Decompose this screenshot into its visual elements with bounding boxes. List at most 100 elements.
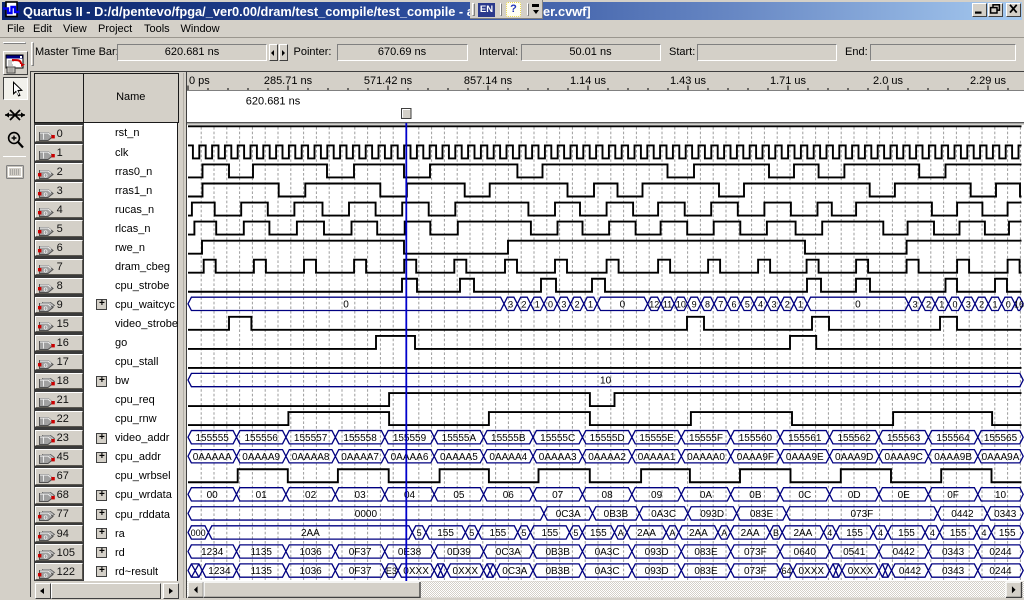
- svg-text:155565: 155565: [984, 433, 1018, 444]
- svg-text:0B: 0B: [749, 490, 762, 501]
- svg-text:0AAA9F: 0AAA9F: [737, 452, 774, 463]
- svg-text:0XXX: 0XXX: [453, 566, 479, 577]
- svg-text:05: 05: [453, 490, 465, 501]
- svg-text:A: A: [618, 528, 624, 538]
- svg-text:155560: 155560: [739, 433, 773, 444]
- svg-text:073F: 073F: [744, 547, 767, 558]
- svg-text:00: 00: [207, 490, 219, 501]
- svg-text:10: 10: [995, 490, 1007, 501]
- svg-text:073F: 073F: [851, 509, 874, 520]
- svg-text:0: 0: [855, 299, 861, 310]
- svg-text:o: o: [43, 513, 47, 522]
- svg-text:083E: 083E: [694, 547, 718, 558]
- svg-text:02: 02: [305, 490, 317, 501]
- svg-text:3: 3: [771, 299, 776, 309]
- svg-text:1: 1: [798, 299, 803, 309]
- svg-text:7: 7: [718, 299, 723, 309]
- svg-text:0244: 0244: [989, 566, 1012, 577]
- svg-text:I: I: [42, 380, 44, 389]
- svg-text:15555F: 15555F: [689, 433, 723, 444]
- svg-text:8: 8: [705, 299, 710, 309]
- svg-text:B: B: [773, 528, 779, 538]
- svg-text:3: 3: [913, 299, 918, 309]
- svg-text:3: 3: [561, 299, 566, 309]
- svg-text:093D: 093D: [645, 547, 669, 558]
- svg-text:155556: 155556: [245, 433, 279, 444]
- svg-text:0AAAA6: 0AAAA6: [391, 452, 429, 463]
- svg-text:3: 3: [966, 299, 971, 309]
- svg-text:08: 08: [602, 490, 614, 501]
- svg-text:0343: 0343: [942, 566, 965, 577]
- svg-text:o: o: [43, 246, 47, 255]
- svg-text:0AAAA0: 0AAAA0: [687, 452, 725, 463]
- svg-text:5: 5: [745, 299, 750, 309]
- svg-text:6: 6: [731, 299, 736, 309]
- svg-text:2AA: 2AA: [741, 528, 760, 539]
- svg-text:0AAAA8: 0AAAA8: [292, 452, 330, 463]
- svg-text:0A: 0A: [700, 490, 713, 501]
- svg-text:1135: 1135: [250, 566, 272, 577]
- svg-text:0XXX: 0XXX: [848, 566, 874, 577]
- svg-text:155557: 155557: [294, 433, 328, 444]
- svg-text:1.14 us: 1.14 us: [570, 75, 607, 87]
- svg-text:I: I: [42, 342, 44, 351]
- svg-text:0C: 0C: [798, 490, 811, 501]
- svg-text:09: 09: [651, 490, 663, 501]
- svg-text:I: I: [42, 456, 44, 465]
- svg-text:06: 06: [503, 490, 515, 501]
- svg-text:I: I: [42, 132, 44, 141]
- svg-text:0C3A: 0C3A: [502, 566, 527, 577]
- svg-text:1234: 1234: [208, 566, 231, 577]
- svg-text:o: o: [43, 227, 47, 236]
- svg-text:0442: 0442: [951, 509, 974, 520]
- svg-text:093D: 093D: [645, 566, 669, 577]
- svg-text:0B3B: 0B3B: [545, 566, 570, 577]
- svg-text:5: 5: [469, 528, 474, 538]
- svg-text:o: o: [43, 170, 47, 179]
- svg-text:o: o: [43, 361, 47, 370]
- svg-text:0AAAA5: 0AAAA5: [440, 452, 478, 463]
- svg-text:1: 1: [992, 299, 997, 309]
- svg-text:15555A: 15555A: [442, 433, 477, 444]
- svg-text:155: 155: [590, 528, 607, 539]
- svg-text:1234: 1234: [201, 547, 224, 558]
- svg-text:857.14 ns: 857.14 ns: [464, 75, 513, 87]
- svg-text:o: o: [43, 189, 47, 198]
- svg-text:155562: 155562: [838, 433, 872, 444]
- svg-text:285.71 ns: 285.71 ns: [264, 75, 313, 87]
- svg-text:0AAAAA: 0AAAAA: [193, 452, 232, 463]
- svg-text:0A3C: 0A3C: [651, 509, 676, 520]
- svg-text:10: 10: [676, 299, 686, 309]
- svg-text:5: 5: [573, 528, 578, 538]
- svg-text:0A3C: 0A3C: [595, 547, 620, 558]
- svg-text:155: 155: [542, 528, 559, 539]
- svg-text:155559: 155559: [393, 433, 427, 444]
- svg-text:0C3A: 0C3A: [556, 509, 581, 520]
- svg-text:0AAA9C: 0AAA9C: [885, 452, 923, 463]
- svg-text:4: 4: [758, 299, 763, 309]
- svg-text:1135: 1135: [250, 547, 272, 558]
- svg-text:I: I: [42, 418, 44, 427]
- svg-text:155: 155: [437, 528, 454, 539]
- svg-text:3: 3: [508, 299, 513, 309]
- svg-text:000: 000: [191, 528, 206, 538]
- svg-text:0B3B: 0B3B: [604, 509, 629, 520]
- svg-text:2: 2: [926, 299, 931, 309]
- svg-text:093D: 093D: [700, 509, 724, 520]
- svg-text:2: 2: [575, 299, 580, 309]
- svg-text:64: 64: [781, 566, 791, 576]
- svg-text:03: 03: [355, 490, 367, 501]
- svg-text:083E: 083E: [694, 566, 718, 577]
- svg-text:155558: 155558: [343, 433, 377, 444]
- svg-text:o: o: [43, 208, 47, 217]
- svg-text:12: 12: [649, 299, 659, 309]
- svg-text:1036: 1036: [299, 547, 322, 558]
- svg-text:o: o: [43, 303, 47, 312]
- svg-text:0 ps: 0 ps: [189, 75, 210, 87]
- svg-text:0442: 0442: [893, 547, 916, 558]
- svg-text:155: 155: [999, 528, 1016, 539]
- svg-text:0F: 0F: [947, 490, 959, 501]
- svg-text:0: 0: [1006, 299, 1011, 309]
- svg-text:I: I: [42, 151, 44, 160]
- svg-text:o: o: [43, 265, 47, 274]
